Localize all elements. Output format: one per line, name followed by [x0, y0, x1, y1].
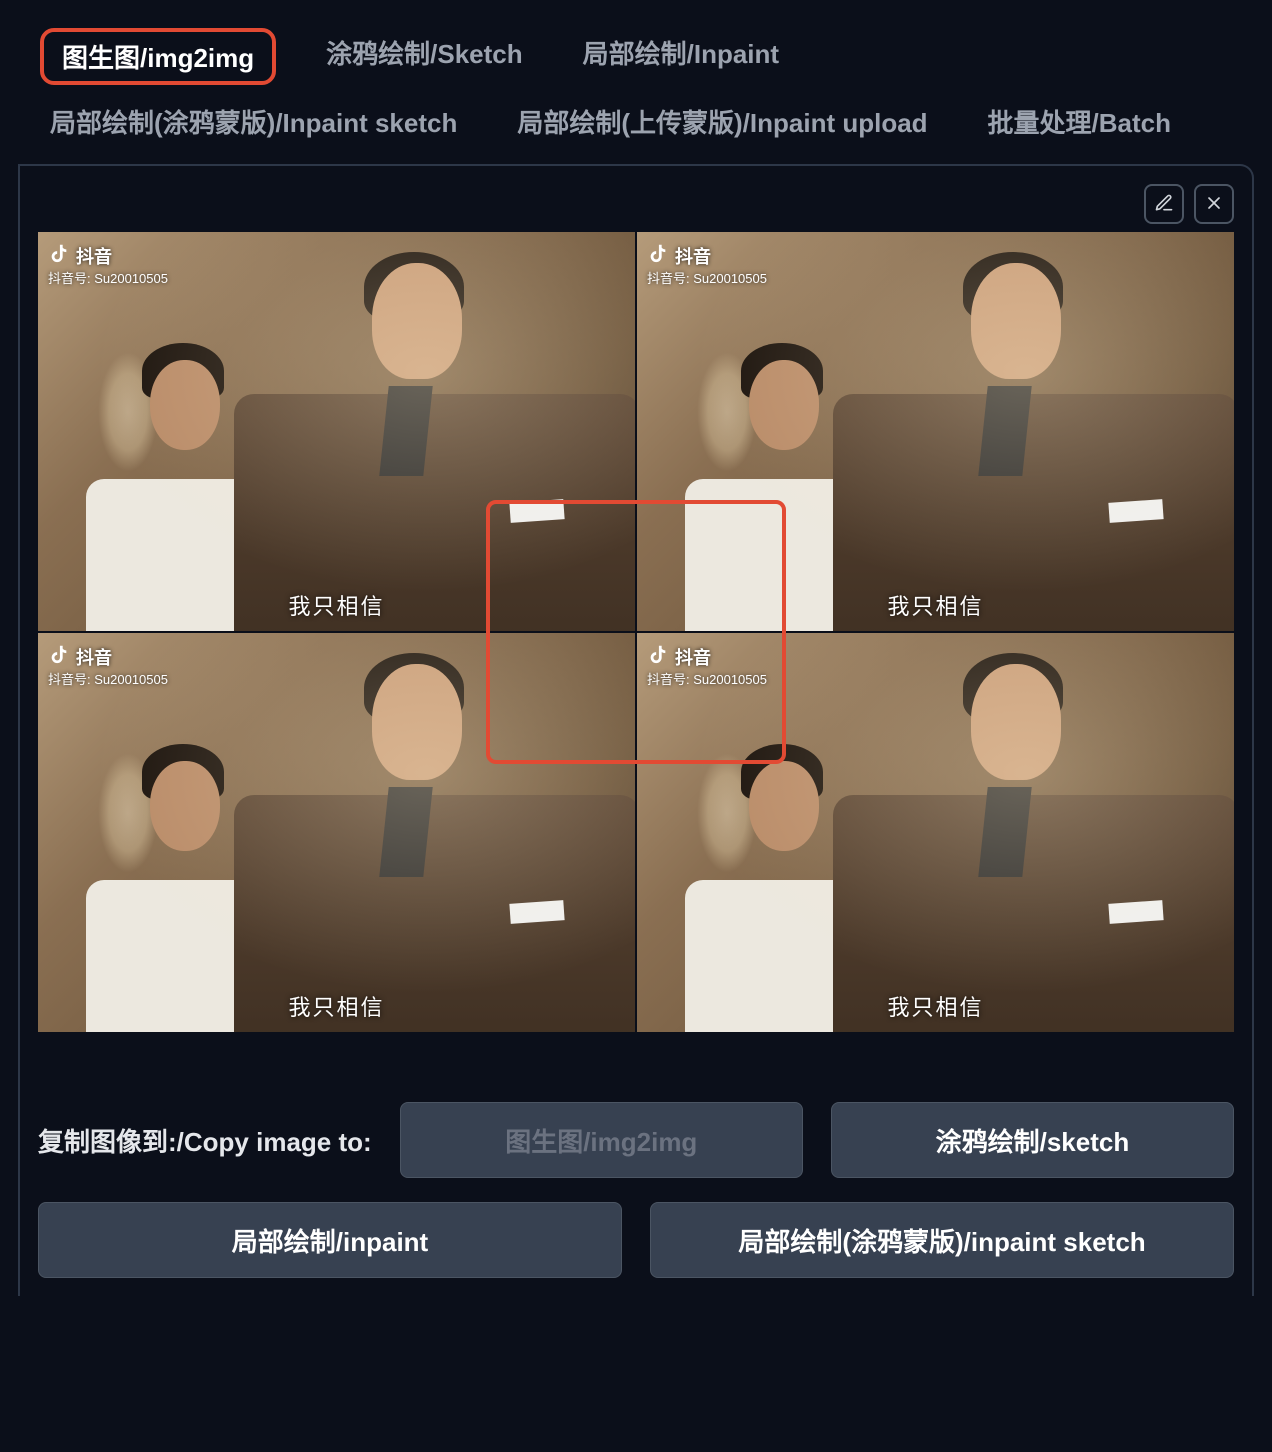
watermark: 抖音 [48, 643, 112, 670]
grid-cell: 抖音 抖音号: Su20010505 我只相信 [637, 232, 1234, 631]
subtitle-caption: 我只相信 [288, 990, 384, 1022]
watermark-account: 抖音号: Su20010505 [647, 669, 767, 688]
douyin-icon [647, 242, 669, 269]
tab-batch[interactable]: 批量处理/Batch [978, 97, 1181, 146]
subtitle-caption: 我只相信 [887, 990, 983, 1022]
watermark-account: 抖音号: Su20010505 [48, 268, 168, 287]
tab-sketch[interactable]: 涂鸦绘制/Sketch [316, 28, 533, 85]
pencil-icon [1154, 193, 1174, 216]
watermark-brand: 抖音 [675, 644, 711, 670]
copy-to-sketch-button[interactable]: 涂鸦绘制/sketch [831, 1102, 1234, 1178]
grid-cell: 抖音 抖音号: Su20010505 我只相信 [38, 232, 635, 631]
watermark-brand: 抖音 [675, 243, 711, 269]
image-panel: 抖音 抖音号: Su20010505 我只相信 抖音 抖音号: Su200105… [18, 164, 1254, 1296]
close-icon [1204, 193, 1224, 216]
watermark: 抖音 [647, 643, 711, 670]
watermark-brand: 抖音 [76, 644, 112, 670]
watermark: 抖音 [48, 242, 112, 269]
tab-inpaint[interactable]: 局部绘制/Inpaint [573, 28, 789, 85]
subtitle-caption: 我只相信 [288, 589, 384, 621]
copy-image-to-section: 复制图像到:/Copy image to: 图生图/img2img 涂鸦绘制/s… [38, 1102, 1234, 1278]
image-toolbar [38, 184, 1234, 224]
copy-image-label: 复制图像到:/Copy image to: [38, 1122, 372, 1159]
copy-to-inpaint-button[interactable]: 局部绘制/inpaint [38, 1202, 622, 1278]
grid-cell: 抖音 抖音号: Su20010505 我只相信 [637, 633, 1234, 1032]
copy-to-inpaint-sketch-button[interactable]: 局部绘制(涂鸦蒙版)/inpaint sketch [650, 1202, 1234, 1278]
copy-to-img2img-button[interactable]: 图生图/img2img [400, 1102, 803, 1178]
tab-inpaint-upload[interactable]: 局部绘制(上传蒙版)/Inpaint upload [507, 97, 937, 146]
img2img-mode-tabs: 图生图/img2img 涂鸦绘制/Sketch 局部绘制/Inpaint 局部绘… [0, 0, 1272, 164]
source-image-grid[interactable]: 抖音 抖音号: Su20010505 我只相信 抖音 抖音号: Su200105… [38, 232, 1234, 1032]
grid-cell: 抖音 抖音号: Su20010505 我只相信 [38, 633, 635, 1032]
watermark-brand: 抖音 [76, 243, 112, 269]
douyin-icon [48, 242, 70, 269]
clear-button[interactable] [1194, 184, 1234, 224]
douyin-icon [48, 643, 70, 670]
tab-inpaint-sketch[interactable]: 局部绘制(涂鸦蒙版)/Inpaint sketch [40, 97, 467, 146]
subtitle-caption: 我只相信 [887, 589, 983, 621]
watermark: 抖音 [647, 242, 711, 269]
watermark-account: 抖音号: Su20010505 [647, 268, 767, 287]
tab-img2img[interactable]: 图生图/img2img [40, 28, 276, 85]
douyin-icon [647, 643, 669, 670]
edit-button[interactable] [1144, 184, 1184, 224]
watermark-account: 抖音号: Su20010505 [48, 669, 168, 688]
